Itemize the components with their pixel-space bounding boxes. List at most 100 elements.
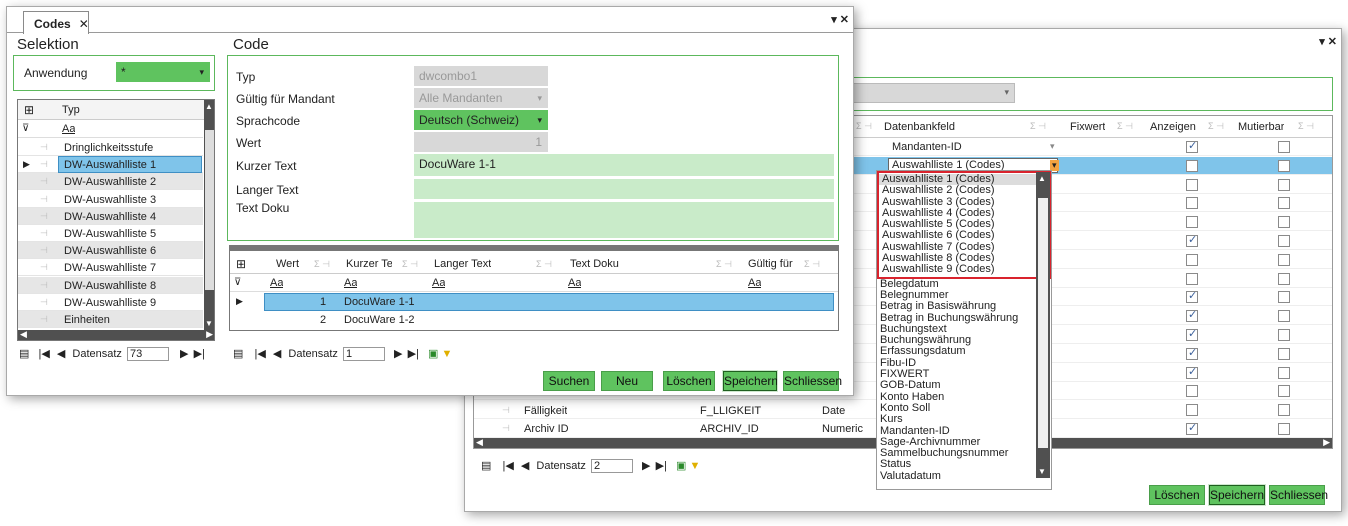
tab-codes[interactable]: Codes ✕	[23, 11, 89, 34]
scroll-left-icon[interactable]: ◀	[20, 329, 27, 340]
typ-column[interactable]: Typ	[62, 104, 80, 116]
pin-icon[interactable]: Σ ⊣	[314, 259, 330, 270]
mutierbar-checkbox[interactable]	[1278, 235, 1290, 247]
column-chooser-icon[interactable]: ⊞	[24, 103, 34, 117]
db-field-cell[interactable]: Mandanten-ID	[892, 141, 962, 153]
columns-icon[interactable]: ▤	[481, 460, 491, 472]
scroll-right-icon[interactable]: ▶	[1323, 437, 1330, 448]
mutierbar-checkbox[interactable]	[1278, 197, 1290, 210]
pin-icon[interactable]: Σ ⊣	[402, 259, 418, 270]
list-item[interactable]: ▶ ⊣ DW-Auswahlliste 1	[18, 156, 203, 174]
mutierbar-checkbox[interactable]	[1278, 366, 1290, 379]
visible-row[interactable]: ⊣ Archiv ID ARCHIV_ID Numeric	[474, 420, 864, 438]
pin-icon[interactable]: Σ ⊣	[1298, 121, 1314, 132]
col-text-doku[interactable]: Text Doku	[570, 258, 619, 270]
mutierbar-checkbox[interactable]	[1278, 423, 1290, 435]
pin-icon[interactable]: Σ ⊣	[1208, 121, 1224, 132]
anzeigen-checkbox[interactable]	[1186, 385, 1198, 398]
col-kurzer-text[interactable]: Kurzer Te	[346, 258, 392, 270]
list-item[interactable]: ⊣ DW-Auswahlliste 8	[18, 276, 203, 294]
anzeigen-checkbox[interactable]	[1186, 139, 1198, 153]
dropdown-option[interactable]: Auswahlliste 2 (Codes)	[879, 185, 1049, 196]
list-item[interactable]: ⊣ DW-Auswahlliste 9	[18, 294, 203, 311]
anzeigen-checkbox[interactable]	[1186, 346, 1198, 360]
mutierbar-checkbox[interactable]	[1278, 159, 1290, 172]
code-row[interactable]: 2 DocuWare 1-2	[230, 311, 838, 329]
dropdown-option[interactable]: Valutadatum	[877, 470, 1051, 482]
anzeigen-checkbox[interactable]	[1186, 365, 1198, 379]
mutierbar-checkbox[interactable]	[1278, 385, 1290, 398]
excel-icon[interactable]: ▣	[676, 460, 686, 472]
back-save-button[interactable]: Speichern	[1208, 484, 1266, 506]
first-record-icon[interactable]: |◀	[502, 460, 513, 472]
list-item[interactable]: ⊣ DW-Auswahlliste 5	[18, 225, 203, 242]
save-button[interactable]: Speichern	[722, 370, 778, 392]
mutierbar-checkbox[interactable]	[1278, 329, 1290, 341]
lang-field[interactable]	[414, 179, 834, 199]
pin-icon[interactable]: Σ ⊣	[1117, 121, 1133, 132]
scroll-left-icon[interactable]: ◀	[476, 437, 483, 448]
anzeigen-checkbox[interactable]	[1186, 233, 1198, 247]
delete-button[interactable]: Löschen	[663, 371, 715, 391]
back-delete-button[interactable]: Löschen	[1149, 485, 1205, 505]
filter-icon[interactable]: ▼	[441, 348, 452, 360]
columns-icon[interactable]: ▤	[233, 348, 243, 360]
prev-record-icon[interactable]: ◀	[521, 460, 529, 472]
columns-icon[interactable]: ▤	[19, 348, 29, 360]
anzeigen-checkbox[interactable]	[1186, 253, 1198, 266]
list-item[interactable]: ⊣ Dringlichkeitsstufe	[18, 139, 203, 156]
scroll-right-icon[interactable]: ▶	[206, 329, 213, 340]
back-combo[interactable]: ▾	[845, 83, 1015, 103]
mutierbar-checkbox[interactable]	[1278, 178, 1290, 191]
prev-record-icon[interactable]: ◀	[273, 348, 281, 360]
anzeigen-checkbox[interactable]	[1186, 159, 1198, 172]
mutierbar-checkbox[interactable]	[1278, 216, 1290, 229]
col-datenbankfeld[interactable]: Datenbankfeld	[884, 121, 955, 133]
anzeigen-checkbox[interactable]	[1186, 216, 1198, 229]
typ-filter-row[interactable]: ⊽ Aa	[18, 121, 203, 138]
next-record-icon[interactable]: ▶	[394, 348, 402, 360]
pin-icon[interactable]: Σ ⊣	[536, 259, 552, 270]
search-button[interactable]: Suchen	[543, 371, 595, 391]
list-item[interactable]: ⊣ Einheiten	[18, 311, 203, 328]
anzeigen-checkbox[interactable]	[1186, 421, 1198, 435]
next-record-icon[interactable]: ▶	[180, 348, 188, 360]
record-input[interactable]: 2	[590, 459, 633, 473]
pin-icon[interactable]: Σ ⊣	[804, 259, 820, 270]
list-item[interactable]: ⊣ DW-Auswahlliste 2	[18, 173, 203, 191]
last-record-icon[interactable]: ▶|	[408, 348, 419, 360]
code-row[interactable]: ▶ 1 DocuWare 1-1	[230, 293, 838, 311]
scroll-up-icon[interactable]: ▲	[205, 102, 213, 111]
back-close-button[interactable]: Schliessen	[1269, 485, 1328, 505]
record-input[interactable]: 73	[126, 347, 169, 361]
col-mutierbar[interactable]: Mutierbar	[1238, 121, 1284, 133]
col-anzeigen[interactable]: Anzeigen	[1150, 121, 1196, 133]
prev-record-icon[interactable]: ◀	[57, 348, 65, 360]
col-gueltig-fuer[interactable]: Gültig für	[748, 258, 793, 270]
scroll-up-icon[interactable]: ▲	[1038, 174, 1046, 183]
sprach-combo[interactable]: Deutsch (Schweiz) ▾	[414, 110, 548, 130]
scroll-down-icon[interactable]: ▼	[1038, 467, 1046, 476]
anzeigen-checkbox[interactable]	[1186, 308, 1198, 323]
dropdown-list[interactable]: Auswahlliste 1 (Codes) Auswahlliste 2 (Co…	[876, 170, 1052, 490]
typ-vscroll[interactable]: ▲ ▼	[204, 100, 214, 330]
anzeigen-checkbox[interactable]	[1186, 404, 1198, 417]
col-fixwert[interactable]: Fixwert	[1070, 121, 1105, 133]
scroll-thumb[interactable]	[205, 130, 214, 290]
list-item[interactable]: ⊣ DW-Auswahlliste 3	[18, 191, 203, 208]
pin-icon[interactable]: Σ ⊣	[1030, 121, 1046, 132]
anzeigen-checkbox[interactable]	[1186, 289, 1198, 304]
dropdown-option[interactable]: Kurs	[877, 414, 1051, 425]
dropdown-option[interactable]: Konto Soll	[877, 402, 1051, 414]
dropdown-option[interactable]: Auswahlliste 9 (Codes)	[879, 264, 1049, 275]
anzeigen-checkbox[interactable]	[1186, 327, 1198, 341]
last-record-icon[interactable]: ▶|	[656, 460, 667, 472]
doku-field[interactable]	[414, 202, 834, 238]
mutierbar-checkbox[interactable]	[1278, 291, 1290, 304]
mutierbar-checkbox[interactable]	[1278, 347, 1290, 360]
pin-icon[interactable]: Σ ⊣	[716, 259, 732, 270]
list-item[interactable]: ⊣ DW-Auswahlliste 4	[18, 207, 203, 225]
first-record-icon[interactable]: |◀	[254, 348, 265, 360]
dropdown-option[interactable]: GOB-Datum	[877, 380, 1051, 391]
last-record-icon[interactable]: ▶|	[194, 348, 205, 360]
